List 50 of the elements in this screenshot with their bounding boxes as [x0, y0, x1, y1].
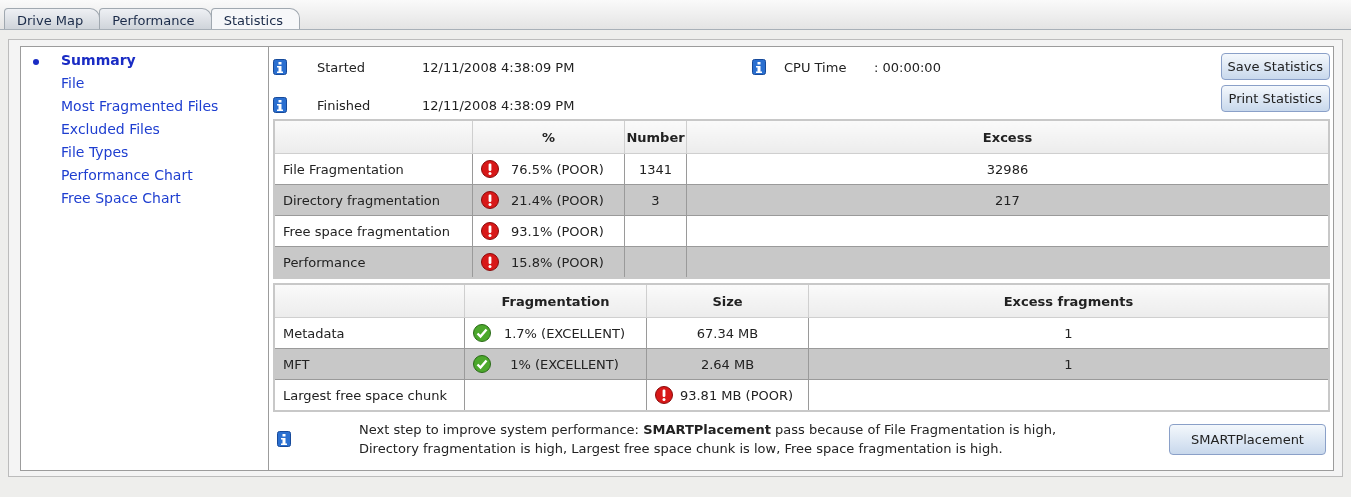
time-label: Finished	[316, 97, 372, 113]
table-cell: 1.7% (EXCELLENT)	[464, 317, 647, 349]
sidebar-link[interactable]: File Types	[61, 141, 129, 164]
column-header: Number	[624, 120, 687, 154]
table-cell: 1	[808, 348, 1329, 380]
column-header: Size	[646, 284, 809, 318]
sidebar-link[interactable]: Most Fragmented Files	[61, 95, 219, 118]
table-cell	[624, 215, 687, 247]
table-cell: 1341	[624, 153, 687, 185]
table-cell: 2.64 MB	[646, 348, 809, 380]
column-header: Excess	[686, 120, 1329, 154]
column-header: Fragmentation	[464, 284, 647, 318]
time-value: 12/11/2008 4:38:09 PM	[422, 59, 576, 75]
table-cell: 217	[686, 184, 1329, 216]
table-cell: Directory fragmentation	[274, 184, 473, 216]
table-cell: Free space fragmentation	[274, 215, 473, 247]
info-icon	[752, 59, 766, 75]
sidebar-link[interactable]: Summary	[61, 49, 136, 72]
table-cell: 15.8% (POOR)	[472, 246, 625, 278]
info-icon	[273, 97, 287, 113]
tab[interactable]: Statistics	[210, 8, 301, 29]
tab[interactable]: Performance	[99, 8, 212, 29]
column-header: Excess fragments	[808, 284, 1329, 318]
sidebar-link[interactable]: File	[61, 72, 85, 95]
table-cell: 3	[624, 184, 687, 216]
info-icon	[277, 431, 291, 447]
table-cell: 76.5% (POOR)	[472, 153, 625, 185]
bullet-icon	[33, 59, 39, 65]
table-cell: 1% (EXCELLENT)	[464, 348, 647, 380]
table-cell: 21.4% (POOR)	[472, 184, 625, 216]
sidebar-link[interactable]: Excluded Files	[61, 118, 160, 141]
table-cell: 93.1% (POOR)	[472, 215, 625, 247]
cpu-time-value: : 00:00:00	[874, 59, 941, 75]
smartplacement-button[interactable]: SMARTPlacement	[1169, 423, 1326, 455]
info-icon	[273, 59, 287, 75]
table-cell: MFT	[274, 348, 465, 380]
sidebar-link[interactable]: Performance Chart	[61, 164, 193, 187]
sidebar-link[interactable]: Free Space Chart	[61, 187, 181, 210]
column-header: %	[472, 120, 625, 154]
statistics-button[interactable]: Save Statistics	[1220, 53, 1330, 80]
table-cell: Metadata	[274, 317, 465, 349]
recommendation-text: Next step to improve system performance: SMARTPlacement pass because of File Fragmentation is high, Directory fragmentation is high, Largest free space chunk is low, Free space fragmentation is high.	[359, 421, 1057, 458]
tab[interactable]: Drive Map	[4, 8, 101, 29]
statistics-button[interactable]: Print Statistics	[1220, 85, 1330, 112]
table-cell: 67.34 MB	[646, 317, 809, 349]
time-value: 12/11/2008 4:38:09 PM	[422, 97, 576, 113]
time-label: Started	[316, 59, 366, 75]
table-cell: Performance	[274, 246, 473, 278]
cpu-time-label: CPU Time	[783, 59, 848, 75]
table-cell: File Fragmentation	[274, 153, 473, 185]
